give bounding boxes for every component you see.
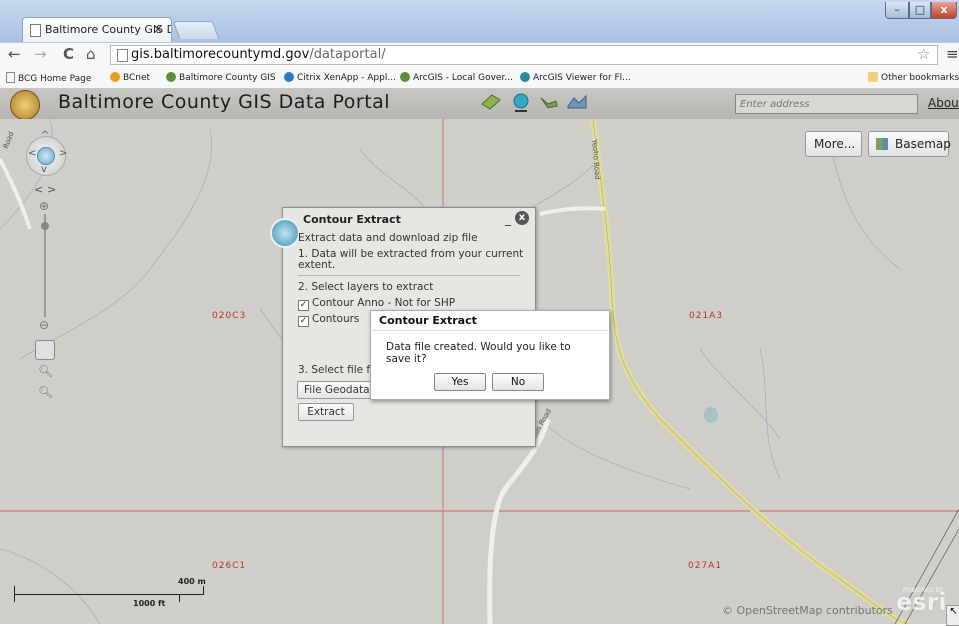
measure-tool-icon[interactable] <box>538 92 560 112</box>
bookmark-baltimore-gis[interactable]: Baltimore County GIS <box>166 72 276 83</box>
page-icon <box>6 72 15 83</box>
more-button[interactable]: More... <box>805 131 862 157</box>
address-bar[interactable]: gis.baltimorecountymd.gov/dataportal/ <box>110 45 938 65</box>
zoom-slider-handle[interactable] <box>41 222 49 230</box>
format-select[interactable]: File Geodatab <box>297 381 376 399</box>
folder-icon <box>868 72 878 82</box>
scale-bar-tick <box>14 586 15 602</box>
panel-title: Contour Extract <box>303 213 401 226</box>
map-attribution: © OpenStreetMap contributors <box>722 604 893 617</box>
scale-bar-tick <box>203 586 204 594</box>
about-link[interactable]: About <box>928 96 959 110</box>
grid-label: 020C3 <box>212 311 247 321</box>
pan-right-icon[interactable]: > <box>59 148 67 159</box>
browser-menu-icon[interactable]: ≡ <box>946 45 959 63</box>
back-icon[interactable]: ← <box>8 45 21 63</box>
globe-icon <box>166 72 176 82</box>
page-icon <box>30 24 41 37</box>
scale-imperial-label: 1000 ft <box>133 599 166 608</box>
basemap-label: Basemap <box>895 137 951 151</box>
checkbox[interactable]: ✓ <box>298 316 309 327</box>
other-bookmarks[interactable]: Other bookmarks <box>868 72 959 83</box>
zoom-in-tool-icon[interactable]: 🔍︎ <box>38 364 53 378</box>
dialog-divider <box>370 330 608 331</box>
bookmark-bcg-home[interactable]: BCG Home Page <box>6 72 91 84</box>
window-maximize-button[interactable]: □ <box>909 2 931 19</box>
extract-tool-icon <box>270 218 300 248</box>
window-minimize-button[interactable]: – <box>885 2 909 19</box>
citrix-icon <box>284 72 294 82</box>
step2-text: 2. Select layers to extract <box>298 281 434 293</box>
globe-icon <box>520 72 530 82</box>
checkbox[interactable]: ✓ <box>298 300 309 311</box>
home-icon[interactable]: ⌂ <box>86 45 96 63</box>
panel-intro: Extract data and download zip file <box>298 232 478 244</box>
window-close-button[interactable]: x <box>931 2 957 19</box>
layer-option[interactable]: ✓ Contour Anno - Not for SHP <box>298 297 455 311</box>
forward-icon[interactable]: → <box>34 45 47 63</box>
address-search-input[interactable] <box>735 94 918 114</box>
next-extent-icon[interactable]: > <box>47 183 56 196</box>
new-tab-button[interactable] <box>172 21 220 39</box>
no-button[interactable]: No <box>492 373 544 391</box>
bookmark-arcgis-local[interactable]: ArcGIS - Local Gover... <box>400 72 513 83</box>
dialog-message: Data file created. Would you like to sav… <box>386 341 571 365</box>
url-host: gis.baltimorecountymd.gov <box>131 47 310 62</box>
url-path: /dataportal/ <box>309 47 386 62</box>
zoom-out-icon[interactable]: ⊖ <box>39 318 49 332</box>
zoom-in-icon[interactable]: ⊕ <box>39 199 49 213</box>
divider <box>298 275 520 276</box>
bookmark-arcgis-viewer[interactable]: ArcGIS Viewer for Fl... <box>520 72 631 83</box>
bookmark-star-icon[interactable]: ☆ <box>917 45 930 63</box>
grid-label: 021A3 <box>689 311 724 321</box>
layers-icon[interactable] <box>480 92 502 112</box>
pan-down-icon[interactable]: v <box>41 164 47 175</box>
globe-icon <box>400 72 410 82</box>
layer-option[interactable]: ✓ Contours <box>298 313 359 327</box>
scale-bar-tick <box>179 594 180 602</box>
bcnet-icon <box>110 72 120 82</box>
esri-logo[interactable]: esri <box>896 588 947 616</box>
bookmark-bcnet[interactable]: BCnet <box>110 72 150 83</box>
grid-label: 026C1 <box>212 561 247 571</box>
pan-left-icon[interactable]: < <box>28 148 36 159</box>
extract-button[interactable]: Extract <box>298 403 354 421</box>
scale-bar <box>14 594 204 595</box>
panel-close-icon[interactable]: x <box>515 211 529 225</box>
app-title: Baltimore County GIS Data Portal <box>58 91 391 113</box>
scale-metric-label: 400 m <box>178 577 206 586</box>
page-icon <box>117 49 128 62</box>
county-seal-logo <box>10 90 40 120</box>
yes-button[interactable]: Yes <box>434 373 486 391</box>
pan-up-icon[interactable]: ^ <box>41 130 49 141</box>
expand-corner-icon[interactable]: ↖ <box>946 605 959 626</box>
bookmark-citrix[interactable]: Citrix XenApp - Appl... <box>284 72 396 83</box>
tab-close-icon[interactable]: × <box>153 22 163 36</box>
dialog-title: Contour Extract <box>379 314 477 327</box>
extract-tool-icon[interactable] <box>510 92 532 112</box>
bookmarks-bar: BCG Home Page BCnet Baltimore County GIS… <box>0 68 959 89</box>
basemap-button[interactable]: Basemap <box>868 131 951 157</box>
basemap-icon <box>876 138 888 150</box>
panel-minimize-button[interactable]: _ <box>505 212 511 226</box>
full-extent-globe-icon[interactable] <box>37 147 55 165</box>
pan-tool-icon[interactable] <box>35 340 55 360</box>
step1-text: extent. <box>298 259 336 271</box>
reload-icon[interactable]: C <box>63 45 74 63</box>
zoom-out-tool-icon[interactable]: 🔍︎ <box>38 385 53 399</box>
step3-text: 3. Select file fo <box>298 364 377 376</box>
browser-tab[interactable]: Baltimore County GIS Dat × <box>22 17 172 42</box>
grid-label: 027A1 <box>688 561 723 571</box>
previous-extent-icon[interactable]: < <box>34 183 43 196</box>
terrain-tool-icon[interactable] <box>566 92 588 112</box>
